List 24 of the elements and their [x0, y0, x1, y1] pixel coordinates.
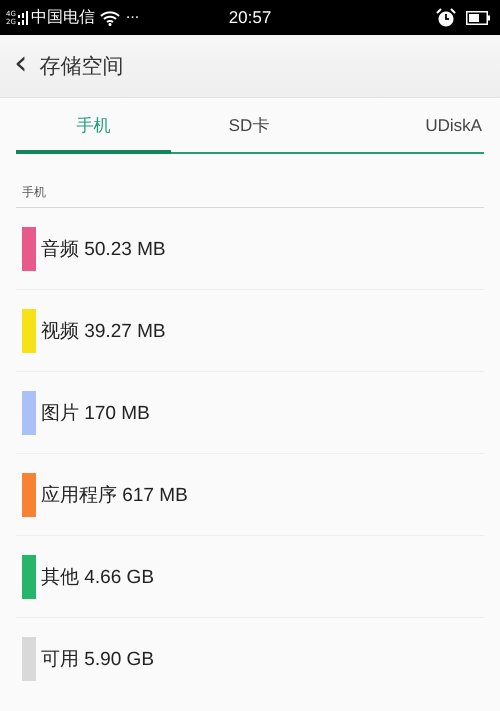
storage-label: 应用程序 617 MB [41, 484, 188, 508]
storage-row[interactable]: 图片 170 MB [16, 372, 484, 454]
storage-label: 其他 4.66 GB [41, 566, 154, 590]
storage-row[interactable]: 音频 50.23 MB [16, 208, 484, 290]
page-title: 存储空间 [40, 53, 124, 80]
storage-row[interactable]: 应用程序 617 MB [16, 454, 484, 536]
storage-row[interactable]: 其他 4.66 GB [16, 536, 484, 618]
storage-label: 音频 50.23 MB [41, 238, 166, 262]
more-indicator: ··· [126, 10, 140, 26]
wifi-icon [100, 10, 120, 26]
tab[interactable]: SD卡 [171, 102, 327, 154]
storage-label: 可用 5.90 GB [41, 648, 154, 672]
battery-icon [466, 10, 490, 24]
signal-icon [18, 10, 28, 24]
clock-time: 20:57 [228, 8, 272, 28]
section-header: 手机 [16, 184, 484, 208]
tab[interactable]: UDiskA [326, 102, 484, 154]
carrier-name: 中国电信 [30, 7, 95, 28]
alarm-clock-icon [436, 8, 456, 28]
storage-label: 图片 170 MB [41, 402, 150, 426]
storage-row[interactable]: 可用 5.90 GB [16, 618, 484, 699]
back-button[interactable]: ‹ [0, 46, 40, 86]
storage-row[interactable]: 视频 39.27 MB [16, 290, 484, 372]
storage-label: 视频 39.27 MB [41, 320, 166, 344]
